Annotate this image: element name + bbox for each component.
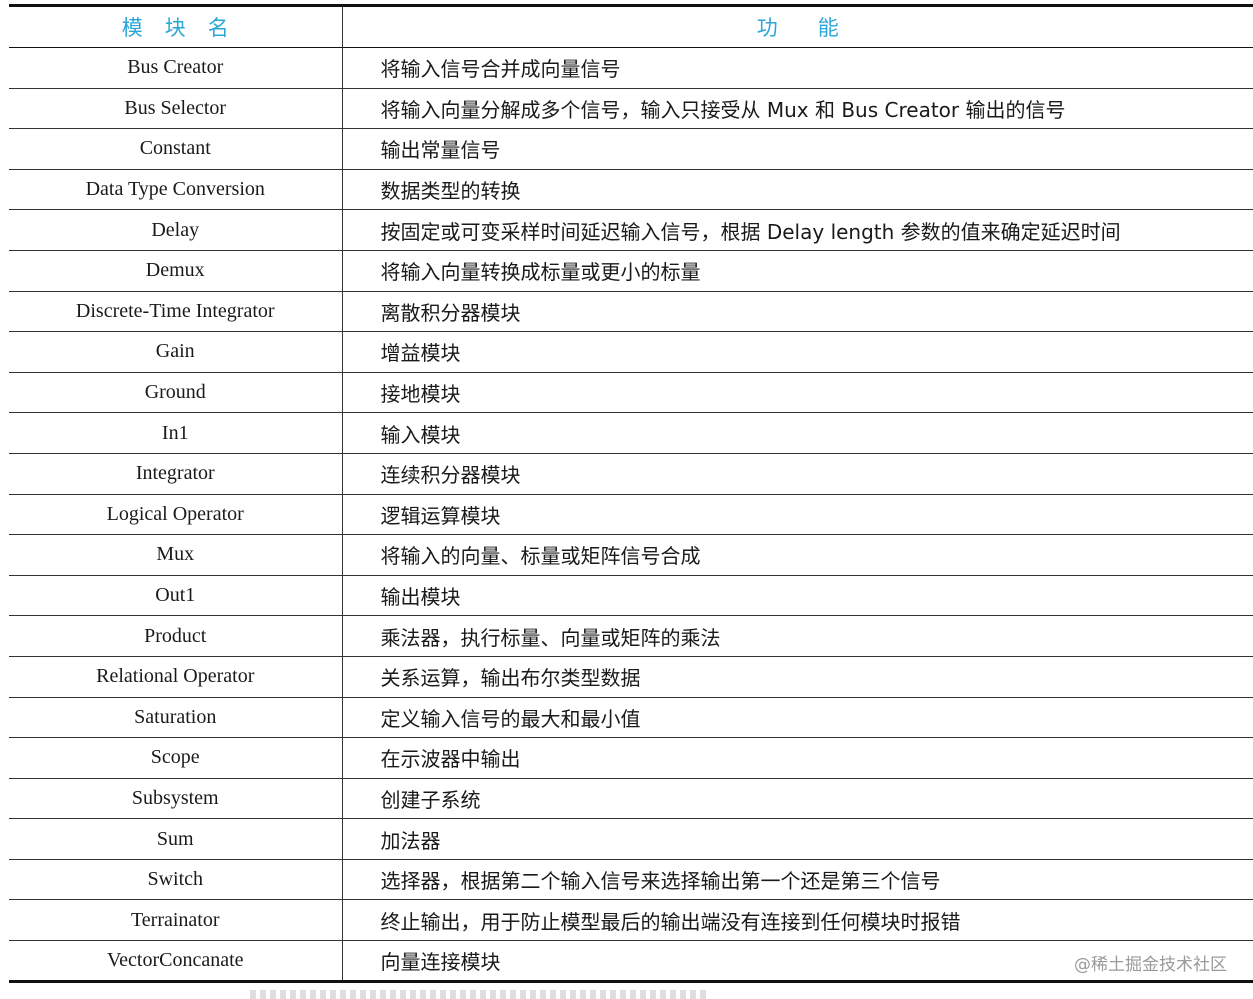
table-row: Scope 在示波器中输出 bbox=[9, 737, 1253, 779]
module-name-cell: Switch bbox=[147, 868, 204, 891]
function-cell: 按固定或可变采样时间延迟输入信号，根据 Delay length 参数的值来确定… bbox=[341, 209, 1253, 251]
function-cell: 创建子系统 bbox=[341, 778, 1253, 819]
module-name-cell: Demux bbox=[145, 259, 205, 282]
table-row: Sum 加法器 bbox=[9, 818, 1253, 860]
function-cell: 乘法器，执行标量、向量或矩阵的乘法 bbox=[341, 615, 1253, 657]
table-row: Subsystem 创建子系统 bbox=[9, 778, 1253, 819]
module-name-cell: Delay bbox=[151, 218, 200, 241]
module-name-cell: Product bbox=[144, 624, 207, 647]
module-name-cell: Bus Selector bbox=[124, 96, 227, 119]
module-name-cell: Integrator bbox=[135, 462, 215, 485]
function-cell: 选择器，根据第二个输入信号来选择输出第一个还是第三个信号 bbox=[341, 859, 1253, 900]
header-row: 模块名 功能 bbox=[9, 5, 1253, 48]
function-cell: 离散积分器模块 bbox=[341, 291, 1253, 332]
table-row: VectorConcanate 向量连接模块 bbox=[9, 940, 1253, 982]
module-name-cell: Data Type Conversion bbox=[85, 178, 265, 201]
module-name-cell: Subsystem bbox=[131, 786, 219, 809]
module-name-cell: Sum bbox=[156, 827, 194, 850]
function-cell: 将输入信号合并成向量信号 bbox=[341, 47, 1253, 89]
module-name-cell: Constant bbox=[139, 137, 211, 160]
table-row: Data Type Conversion 数据类型的转换 bbox=[9, 169, 1253, 210]
table-row: Out1 输出模块 bbox=[9, 575, 1253, 616]
table-row: Relational Operator 关系运算，输出布尔类型数据 bbox=[9, 656, 1253, 697]
function-cell: 将输入的向量、标量或矩阵信号合成 bbox=[341, 534, 1253, 576]
module-name-cell: Relational Operator bbox=[96, 665, 255, 688]
table-row: Ground 接地模块 bbox=[9, 372, 1253, 413]
function-cell: 输入模块 bbox=[341, 412, 1253, 454]
table-row: Gain 增益模块 bbox=[9, 331, 1253, 373]
function-cell: 关系运算，输出布尔类型数据 bbox=[341, 656, 1253, 697]
table-row: Product 乘法器，执行标量、向量或矩阵的乘法 bbox=[9, 615, 1253, 657]
table-row: In1 输入模块 bbox=[9, 412, 1253, 454]
function-cell: 接地模块 bbox=[341, 372, 1253, 413]
module-name-cell: Scope bbox=[150, 746, 200, 769]
table-row: Constant 输出常量信号 bbox=[9, 128, 1253, 170]
table-row: Delay 按固定或可变采样时间延迟输入信号，根据 Delay length 参数… bbox=[9, 209, 1253, 251]
module-name-cell: Gain bbox=[155, 340, 195, 363]
function-cell: 将输入向量分解成多个信号，输入只接受从 Mux 和 Bus Creator 输出… bbox=[341, 88, 1253, 129]
table-row: Saturation 定义输入信号的最大和最小值 bbox=[9, 697, 1253, 738]
table-row: Bus Selector 将输入向量分解成多个信号，输入只接受从 Mux 和 Bu… bbox=[9, 88, 1253, 129]
function-cell: 输出常量信号 bbox=[341, 128, 1253, 170]
function-cell: 逻辑运算模块 bbox=[341, 494, 1253, 535]
module-name-cell: Ground bbox=[144, 381, 206, 404]
header-function: 功能 bbox=[341, 5, 1253, 48]
function-cell: 增益模块 bbox=[341, 331, 1253, 373]
watermark-text: @稀土掘金技术社区 bbox=[1074, 955, 1227, 975]
function-cell: 输出模块 bbox=[341, 575, 1253, 616]
table-row: Demux 将输入向量转换成标量或更小的标量 bbox=[9, 250, 1253, 292]
module-name-cell: Saturation bbox=[134, 705, 217, 728]
function-cell: 数据类型的转换 bbox=[341, 169, 1253, 210]
function-cell: 加法器 bbox=[341, 818, 1253, 860]
table-row: Bus Creator 将输入信号合并成向量信号 bbox=[9, 47, 1253, 89]
cropped-text-fragment bbox=[250, 990, 710, 999]
module-name-cell: Mux bbox=[156, 543, 195, 566]
table-row: Discrete-Time Integrator 离散积分器模块 bbox=[9, 291, 1253, 332]
module-name-cell: Terrainator bbox=[130, 908, 220, 931]
table-row: Switch 选择器，根据第二个输入信号来选择输出第一个还是第三个信号 bbox=[9, 859, 1253, 900]
module-name-cell: Discrete-Time Integrator bbox=[75, 299, 275, 322]
table-header: 模块名 功能 bbox=[9, 5, 1253, 48]
function-cell: 连续积分器模块 bbox=[341, 453, 1253, 495]
function-cell: 定义输入信号的最大和最小值 bbox=[341, 697, 1253, 738]
table-row: Integrator 连续积分器模块 bbox=[9, 453, 1253, 495]
module-name-cell: VectorConcanate bbox=[106, 948, 244, 971]
module-name-cell: Logical Operator bbox=[106, 502, 244, 525]
header-module-name: 模块名 bbox=[121, 16, 251, 40]
module-name-cell: In1 bbox=[161, 421, 189, 444]
function-cell: 终止输出，用于防止模型最后的输出端没有连接到任何模块时报错 bbox=[341, 899, 1253, 941]
function-cell: 将输入向量转换成标量或更小的标量 bbox=[341, 250, 1253, 292]
function-cell: 在示波器中输出 bbox=[341, 737, 1253, 779]
table-row: Logical Operator 逻辑运算模块 bbox=[9, 494, 1253, 535]
module-name-cell: Bus Creator bbox=[127, 56, 224, 79]
module-name-cell: Out1 bbox=[155, 584, 196, 607]
table-row: Terrainator 终止输出，用于防止模型最后的输出端没有连接到任何模块时报错 bbox=[9, 899, 1253, 941]
table-body: Bus Creator 将输入信号合并成向量信号 Bus Selector 将输入向… bbox=[9, 47, 1253, 982]
simulink-module-table: 模块名 功能 Bus Creator 将输入信号合并成向量信号 Bus Selec… bbox=[9, 4, 1253, 983]
module-table-container: 模块名 功能 Bus Creator 将输入信号合并成向量信号 Bus Selec… bbox=[9, 4, 1253, 983]
table-row: Mux 将输入的向量、标量或矩阵信号合成 bbox=[9, 534, 1253, 576]
